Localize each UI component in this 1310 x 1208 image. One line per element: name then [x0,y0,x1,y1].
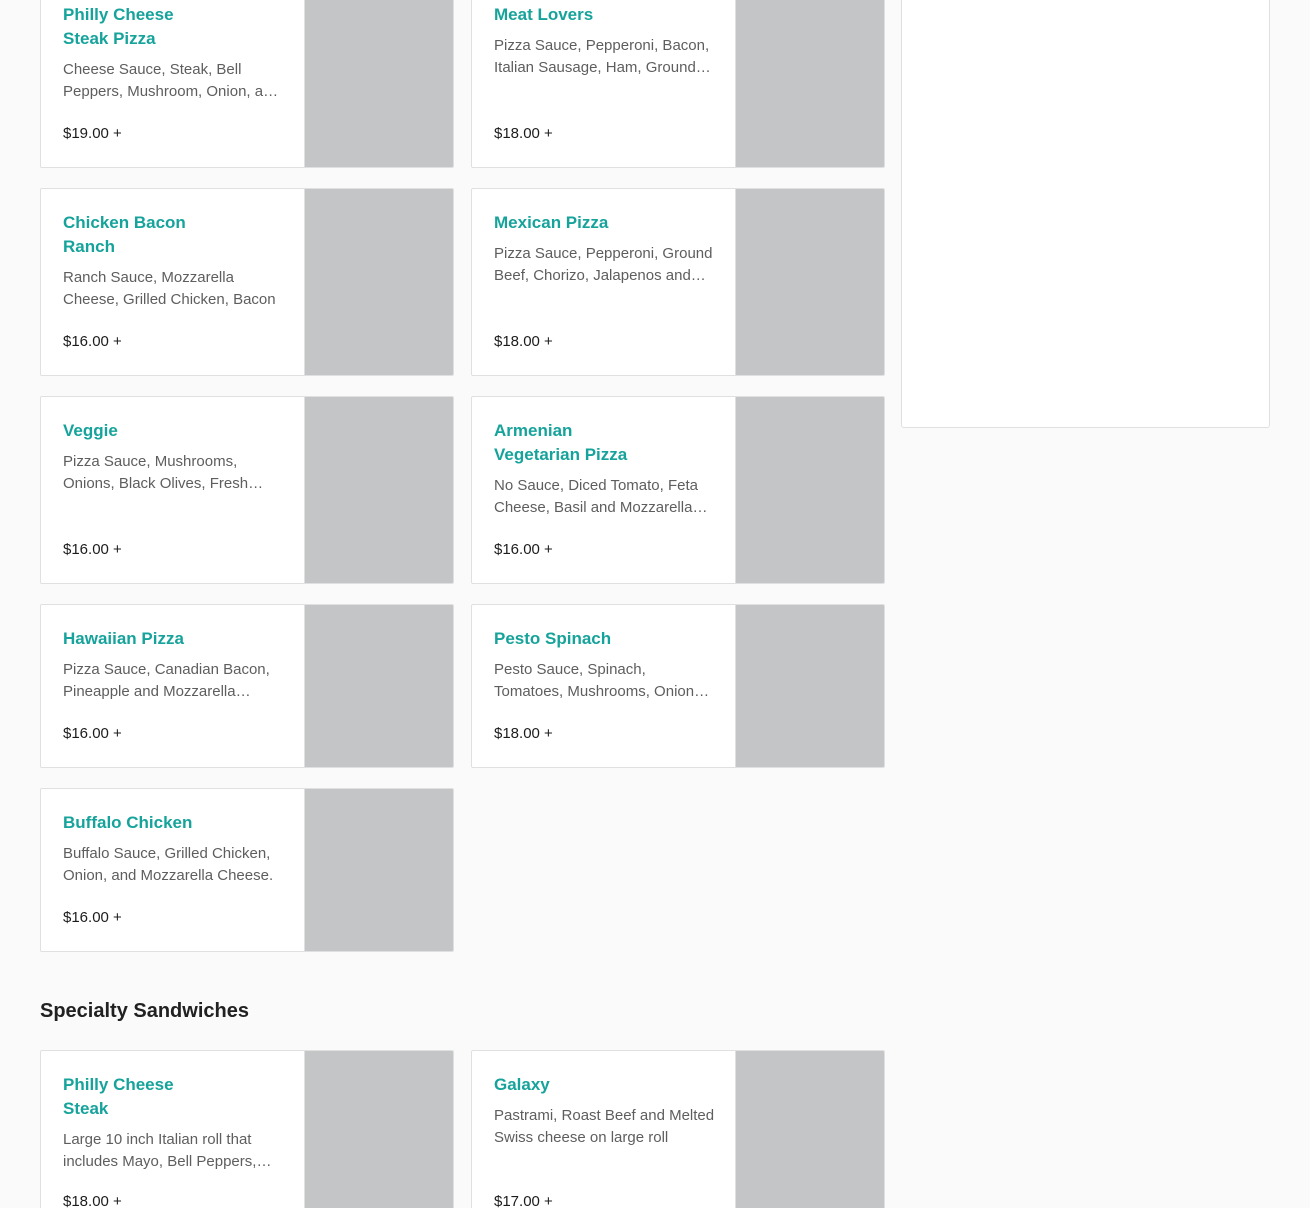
item-name: Buffalo Chicken [63,813,193,832]
item-name: Veggie [63,421,118,440]
item-name: Chicken Bacon Ranch [63,213,186,256]
item-price: $16.00 + [63,541,122,558]
item-price: $17.00 + [494,1193,553,1208]
item-name: Philly Cheese Steak Pizza [63,5,174,48]
item-image-placeholder [735,1051,884,1208]
item-description: Pesto Sauce, Spinach, Tomatoes, Mushroom… [494,661,702,700]
item-price: $19.00 + [63,125,122,142]
item-description: Cheese Sauce, Steak, Bell Peppers, Mushr… [63,61,280,100]
item-price: $18.00 + [494,725,553,742]
item-name: Pesto Spinach [494,629,612,648]
item-description: No Sauce, Diced Tomato, Feta Cheese, Bas… [494,477,698,516]
item-description: Pizza Sauce, Mushrooms, Onions, Black Ol… [63,453,249,492]
item-description: Pizza Sauce, Canadian Bacon, Pineapple a… [63,661,270,700]
section-title: Specialty Sandwiches [40,1000,249,1022]
item-name: Hawaiian Pizza [63,629,184,648]
item-image-placeholder [735,397,884,583]
menu-item-card[interactable]: Veggie Pizza Sauce, Mushrooms, Onions, B… [40,396,454,584]
item-image-placeholder [304,397,453,583]
menu-item-card[interactable]: Armenian Vegetarian Pizza No Sauce, Dice… [471,396,885,584]
item-image-placeholder [735,189,884,375]
order-side-panel [901,0,1270,428]
item-name: Galaxy [494,1075,550,1094]
item-price: $16.00 + [63,909,122,926]
item-image-placeholder [735,0,884,167]
item-description: Pizza Sauce, Pepperoni, Ground Beef, Cho… [494,245,713,284]
item-description: Ranch Sauce, Mozzarella Cheese, Grilled … [63,269,276,308]
menu-item-card[interactable]: Meat Lovers Pizza Sauce, Pepperoni, Baco… [471,0,885,168]
item-name: Armenian Vegetarian Pizza [494,421,628,464]
item-name: Philly Cheese Steak [63,1075,174,1118]
item-image-placeholder [304,789,453,951]
item-image-placeholder [304,189,453,375]
menu-item-card[interactable]: Pesto Spinach Pesto Sauce, Spinach, Toma… [471,604,885,768]
item-price: $18.00 + [494,125,553,142]
menu-item-card[interactable]: Galaxy Pastrami, Roast Beef and Melted S… [471,1050,885,1208]
menu-item-card[interactable]: Philly Cheese Steak Large 10 inch Italia… [40,1050,454,1208]
menu-item-card[interactable]: Mexican Pizza Pizza Sauce, Pepperoni, Gr… [471,188,885,376]
item-price: $16.00 + [63,725,122,742]
item-image-placeholder [304,0,453,167]
item-price: $18.00 + [63,1193,122,1208]
menu-page: Philly Cheese Steak Pizza Cheese Sauce, … [0,0,1310,1208]
item-image-placeholder [304,605,453,767]
item-price: $16.00 + [63,333,122,350]
item-image-placeholder [735,605,884,767]
menu-item-card[interactable]: Chicken Bacon Ranch Ranch Sauce, Mozzare… [40,188,454,376]
item-description: Large 10 inch Italian roll that includes… [63,1131,257,1170]
item-price: $16.00 + [494,541,553,558]
menu-item-card[interactable]: Philly Cheese Steak Pizza Cheese Sauce, … [40,0,454,168]
menu-item-card[interactable]: Buffalo Chicken Buffalo Sauce, Grilled C… [40,788,454,952]
item-description: Pizza Sauce, Pepperoni, Bacon, Italian S… [494,37,710,76]
item-name: Mexican Pizza [494,213,609,232]
item-description: Pastrami, Roast Beef and Melted Swiss ch… [494,1107,715,1146]
item-price: $18.00 + [494,333,553,350]
item-name: Meat Lovers [494,5,594,24]
menu-item-card[interactable]: Hawaiian Pizza Pizza Sauce, Canadian Bac… [40,604,454,768]
item-description: Buffalo Sauce, Grilled Chicken, Onion, a… [63,845,274,884]
item-image-placeholder [304,1051,453,1208]
